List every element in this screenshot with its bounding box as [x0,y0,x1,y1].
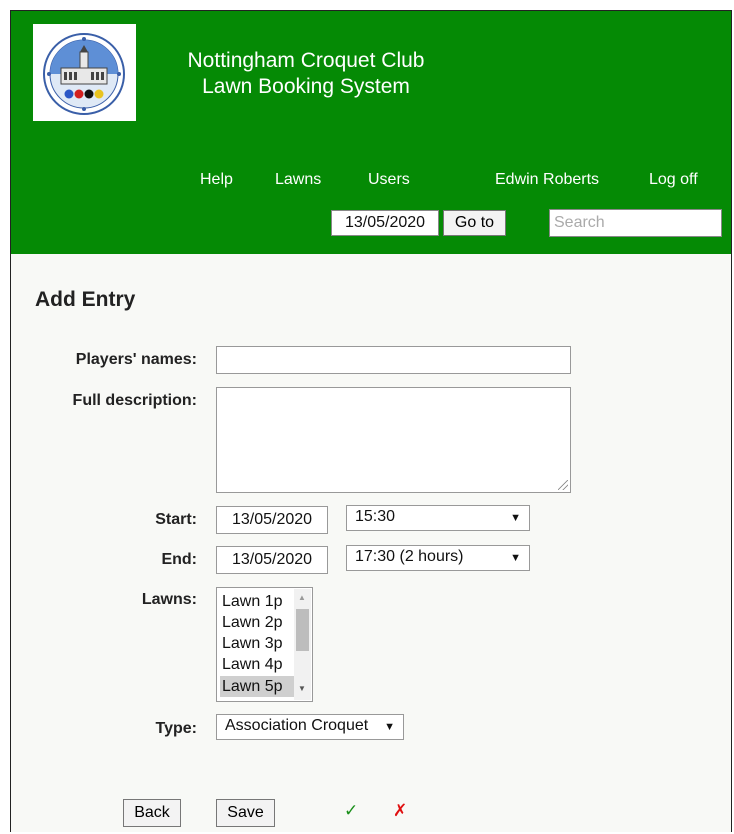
lawn-option[interactable]: Lawn 2p [220,612,294,633]
goto-button[interactable]: Go to [443,210,506,236]
start-time-select[interactable]: 15:30 ▼ [346,505,530,531]
save-button[interactable]: Save [216,799,275,827]
triangle-down-icon: ▼ [510,552,521,564]
goto-date-input[interactable]: 13/05/2020 [331,210,439,236]
end-time-value: 17:30 (2 hours) [355,548,464,565]
scroll-down-arrow-icon[interactable]: ▼ [298,684,306,693]
end-time-select[interactable]: 17:30 (2 hours) ▼ [346,545,530,571]
lawns-scrollbar[interactable]: ▲ ▼ [294,589,311,700]
start-label: Start: [155,511,197,528]
nav-log-off-link[interactable]: Log off [649,171,698,189]
club-crest-icon [43,33,125,115]
type-select[interactable]: Association Croquet ▼ [216,714,404,740]
page-frame: Nottingham Croquet Club Lawn Booking Sys… [10,10,732,832]
type-label: Type: [155,720,197,737]
check-icon: ✓ [344,801,359,820]
nav-lawns-link[interactable]: Lawns [275,171,321,189]
site-title: Nottingham Croquet Club Lawn Booking Sys… [161,48,451,100]
triangle-down-icon: ▼ [510,512,521,524]
triangle-down-icon: ▼ [384,721,395,733]
end-date-input[interactable]: 13/05/2020 [216,546,328,574]
site-title-line1: Nottingham Croquet Club [187,49,425,72]
full-description-label: Full description: [72,392,197,409]
scrollbar-thumb[interactable] [296,609,309,651]
cross-icon: ✗ [393,801,408,820]
textarea-resize-handle[interactable] [558,480,568,490]
nav-user-profile-link[interactable]: Edwin Roberts [495,171,599,189]
header-banner: Nottingham Croquet Club Lawn Booking Sys… [11,11,731,254]
lawn-option[interactable]: Lawn 1p [220,591,294,612]
scroll-up-arrow-icon[interactable]: ▲ [298,593,306,602]
start-time-value: 15:30 [355,508,396,525]
page-title: Add Entry [35,288,136,311]
type-value: Association Croquet [225,717,369,734]
lawns-listbox[interactable]: Lawn 1p Lawn 2p Lawn 3p Lawn 4p Lawn 5p … [216,587,313,702]
lawn-option-selected[interactable]: Lawn 5p [220,676,294,697]
nav-users-link[interactable]: Users [368,171,410,189]
full-description-textarea[interactable] [216,387,571,493]
players-names-label: Players' names: [75,351,197,368]
players-names-input[interactable] [216,346,571,374]
search-input[interactable] [549,209,722,237]
lawn-option[interactable]: Lawn 4p [220,654,294,675]
nav-help-link[interactable]: Help [200,171,233,189]
site-title-line2: Lawn Booking System [202,75,410,98]
end-label: End: [161,551,197,568]
lawns-label: Lawns: [141,591,197,608]
club-logo[interactable] [33,24,136,121]
back-button[interactable]: Back [123,799,181,827]
start-date-input[interactable]: 13/05/2020 [216,506,328,534]
lawn-option[interactable]: Lawn 3p [220,633,294,654]
